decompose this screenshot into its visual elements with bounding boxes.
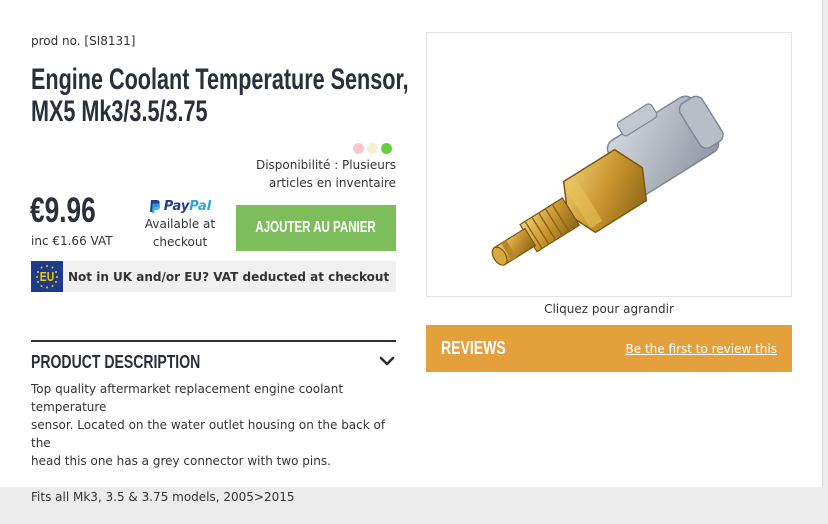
paypal-word-pay: Pay [163,198,190,214]
availability-line-1: Disponibilité : Plusieurs [255,158,396,172]
fitment-text: Fits all Mk3, 3.5 & 3.75 models, 2005>20… [31,490,295,504]
description-line-2: sensor. Located on the water outlet hous… [31,418,386,450]
eu-vat-banner: EU Not in UK and/or EU? VAT deducted at … [31,261,396,292]
eu-flag-icon: EU [31,261,63,292]
stock-dot-medium [367,143,378,154]
image-zoom-caption[interactable]: Cliquez pour agrandir [426,302,792,316]
reviews-title: REVIEWS [441,338,506,358]
availability-line-2: articles en inventaire [269,176,396,190]
eu-vat-message: Not in UK and/or EU? VAT deducted at che… [68,269,390,284]
description-line-1: Top quality aftermarket replacement engi… [31,382,344,414]
product-price: €9.96 [30,191,96,230]
product-page: prod no. [SI8131] Engine Coolant Tempera… [0,0,823,504]
write-first-review-link[interactable]: Be the first to review this [626,342,777,356]
vat-amount: inc €1.66 VAT [31,234,113,248]
product-title: Engine Coolant Temperature Sensor, MX5 M… [31,64,411,128]
add-to-cart-label: AJOUTER AU PANIER [255,219,377,236]
description-paragraph: Top quality aftermarket replacement engi… [31,380,401,470]
product-number: prod no. [SI8131] [31,34,136,48]
paypal-info: PayPal Available at checkout [138,197,222,251]
product-title-line-1: Engine Coolant Temperature Sensor, [31,63,409,96]
paypal-word-pal: Pal [189,198,212,214]
paypal-line-2: checkout [152,235,208,249]
description-line-3: head this one has a grey connector with … [31,454,331,468]
paypal-line-1: Available at [144,217,216,231]
product-description-text: Top quality aftermarket replacement engi… [31,380,401,524]
description-divider [31,340,396,342]
paypal-availability: Available at checkout [138,215,222,251]
reviews-bar: REVIEWS Be the first to review this [426,325,792,372]
stock-dot-low [353,143,364,154]
chevron-down-icon[interactable] [378,354,396,368]
product-description-heading[interactable]: PRODUCT DESCRIPTION [31,352,200,373]
add-to-cart-button[interactable]: AJOUTER AU PANIER [236,205,396,251]
product-image[interactable] [426,32,792,297]
availability-text: Disponibilité : Plusieurs articles en in… [236,156,396,192]
paypal-logo: PayPal [138,197,222,215]
sensor-image [491,95,724,266]
paypal-icon [149,199,160,213]
eu-flag-text: EU [39,269,55,284]
stock-indicator [353,143,392,154]
stock-dot-high [381,143,392,154]
product-title-line-2: MX5 Mk3/3.5/3.75 [31,95,208,128]
